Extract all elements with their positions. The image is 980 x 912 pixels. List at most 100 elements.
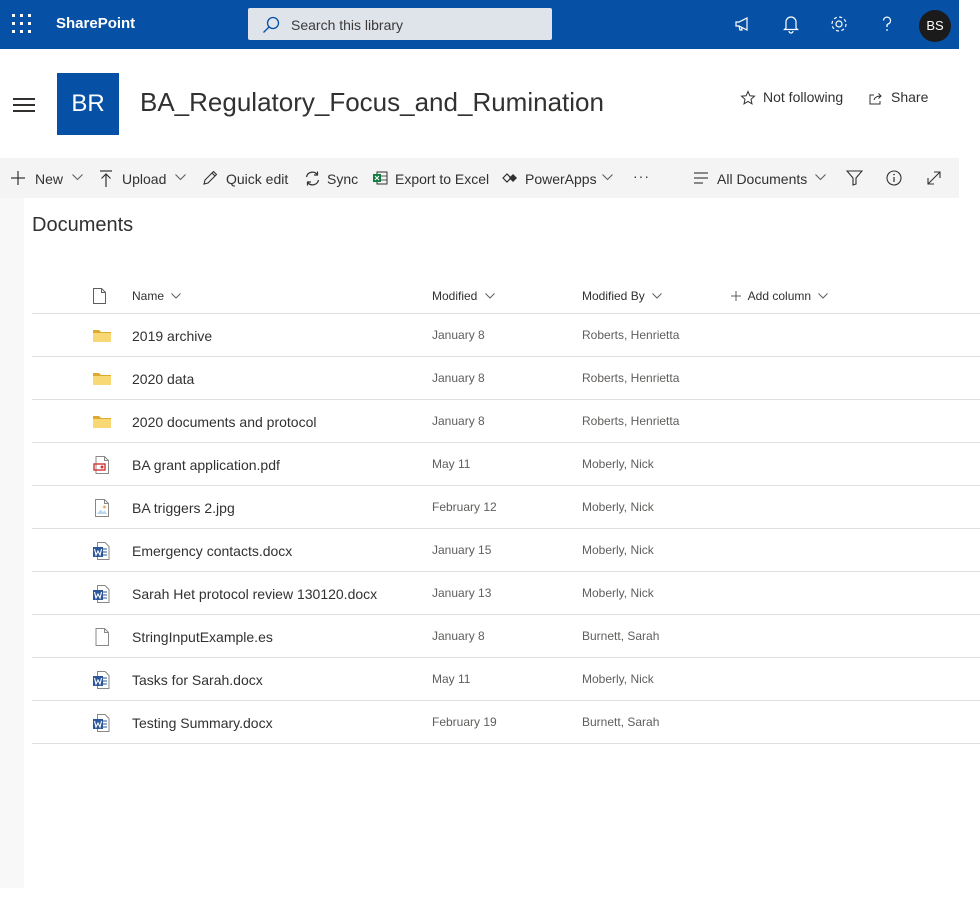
- table-row[interactable]: BA grant application.pdf May 11 Moberly, N…: [32, 443, 980, 486]
- file-modified: January 8: [432, 328, 485, 342]
- column-header-modified-label: Modified: [432, 289, 478, 303]
- chevron-down-icon: [602, 174, 613, 181]
- export-label: Export to Excel: [395, 171, 490, 187]
- site-title[interactable]: BA_Regulatory_Focus_and_Rumination: [140, 87, 604, 118]
- table-row[interactable]: Sarah Het protocol review 130120.docx Jan…: [32, 572, 980, 615]
- site-logo[interactable]: BR: [57, 73, 119, 135]
- view-label: All Documents: [717, 171, 808, 187]
- file-name[interactable]: Emergency contacts.docx: [132, 543, 292, 559]
- folder-icon: [92, 412, 112, 432]
- folder-icon: [92, 369, 112, 389]
- follow-label: Not following: [763, 89, 844, 105]
- file-name[interactable]: 2020 data: [132, 371, 194, 387]
- pdf-file-icon: [92, 455, 112, 475]
- left-rail: [0, 198, 24, 888]
- file-name[interactable]: BA triggers 2.jpg: [132, 500, 235, 516]
- info-button[interactable]: [886, 158, 904, 198]
- table-row[interactable]: StringInputExample.es January 8 Burnett, S…: [32, 615, 980, 658]
- gear-icon[interactable]: [828, 13, 850, 35]
- quick-edit-button[interactable]: Quick edit: [202, 158, 292, 198]
- expand-button[interactable]: [926, 158, 944, 198]
- file-modified: February 19: [432, 715, 497, 729]
- upload-label: Upload: [122, 171, 167, 187]
- word-file-icon: [92, 541, 112, 561]
- filter-button[interactable]: [846, 158, 864, 198]
- table-row[interactable]: Emergency contacts.docx January 15 Moberly…: [32, 529, 980, 572]
- file-modified-by: Moberly, Nick: [582, 457, 654, 471]
- file-name[interactable]: StringInputExample.es: [132, 629, 273, 645]
- file-modified-by: Moberly, Nick: [582, 586, 654, 600]
- file-name[interactable]: 2020 documents and protocol: [132, 414, 316, 430]
- search-icon: [263, 16, 280, 33]
- share-label: Share: [891, 89, 929, 105]
- table-row[interactable]: 2019 archive January 8 Roberts, Henrietta: [32, 314, 980, 357]
- file-modified-by: Moberly, Nick: [582, 672, 654, 686]
- chevron-down-icon: [484, 293, 495, 299]
- word-file-icon: [92, 713, 112, 733]
- column-header-modified-by-label: Modified By: [582, 289, 645, 303]
- file-name[interactable]: 2019 archive: [132, 328, 212, 344]
- filter-icon: [846, 170, 863, 186]
- quick-edit-label: Quick edit: [226, 171, 289, 187]
- image-file-icon: [92, 498, 112, 518]
- help-icon[interactable]: [876, 13, 898, 35]
- powerapps-button[interactable]: PowerApps: [502, 158, 616, 198]
- sync-icon: [305, 171, 320, 186]
- file-name[interactable]: Sarah Het protocol review 130120.docx: [132, 586, 377, 602]
- chevron-down-icon: [72, 174, 83, 181]
- powerapps-icon: [502, 173, 517, 183]
- table-row[interactable]: Tasks for Sarah.docx May 11 Moberly, Nick: [32, 658, 980, 701]
- table-row[interactable]: BA triggers 2.jpg February 12 Moberly, Nic…: [32, 486, 980, 529]
- view-list-icon: [694, 172, 708, 184]
- share-icon: [869, 93, 882, 105]
- brand-name[interactable]: SharePoint: [56, 15, 135, 32]
- avatar[interactable]: BS: [919, 10, 951, 42]
- column-header-modified[interactable]: Modified: [432, 289, 495, 303]
- file-modified-by: Moberly, Nick: [582, 500, 654, 514]
- view-switcher[interactable]: All Documents: [693, 158, 829, 198]
- column-header-name-label: Name: [132, 289, 165, 303]
- pencil-icon: [203, 170, 218, 185]
- library-title: Documents: [32, 214, 134, 236]
- expand-icon: [927, 171, 941, 185]
- suite-bar: SharePoint Search this library BS: [0, 0, 959, 49]
- table-row[interactable]: 2020 data January 8 Roberts, Henrietta: [32, 357, 980, 400]
- upload-button[interactable]: Upload: [99, 158, 189, 198]
- file-modified: January 15: [432, 543, 492, 557]
- file-modified-by: Burnett, Sarah: [582, 629, 660, 643]
- sync-label: Sync: [327, 171, 359, 187]
- file-name[interactable]: Tasks for Sarah.docx: [132, 672, 263, 688]
- file-type-header-icon[interactable]: [93, 288, 106, 304]
- file-modified-by: Roberts, Henrietta: [582, 328, 680, 342]
- chevron-down-icon: [171, 293, 182, 299]
- new-button[interactable]: New: [10, 158, 86, 198]
- more-commands-button[interactable]: ···: [630, 158, 654, 198]
- info-icon: [886, 170, 902, 186]
- plus-icon: [11, 171, 25, 185]
- generic-file-icon: [92, 627, 112, 647]
- file-name[interactable]: BA grant application.pdf: [132, 457, 280, 473]
- column-header-modified-by[interactable]: Modified By: [582, 289, 662, 303]
- file-modified: January 13: [432, 586, 492, 600]
- file-modified: January 8: [432, 629, 485, 643]
- file-name[interactable]: Testing Summary.docx: [132, 715, 273, 731]
- hamburger-menu-icon[interactable]: [13, 98, 35, 112]
- chevron-down-icon: [815, 174, 826, 181]
- command-bar: New Upload Quick edit Sync Export to Exc…: [0, 158, 959, 198]
- excel-icon: [373, 171, 388, 185]
- new-label: New: [35, 171, 64, 187]
- megaphone-icon[interactable]: [733, 13, 755, 35]
- export-to-excel-button[interactable]: Export to Excel: [372, 158, 490, 198]
- table-row[interactable]: 2020 documents and protocol January 8 Robe…: [32, 400, 980, 443]
- bell-icon[interactable]: [780, 13, 802, 35]
- sync-button[interactable]: Sync: [304, 158, 359, 198]
- add-column-button[interactable]: Add column: [731, 289, 829, 303]
- table-row[interactable]: Testing Summary.docx February 19 Burnett, …: [32, 701, 980, 744]
- file-modified-by: Roberts, Henrietta: [582, 414, 680, 428]
- column-header-name[interactable]: Name: [132, 289, 182, 303]
- file-modified: May 11: [432, 457, 471, 471]
- file-modified: January 8: [432, 371, 485, 385]
- search-input[interactable]: Search this library: [248, 8, 552, 40]
- app-launcher-icon[interactable]: [11, 13, 33, 35]
- word-file-icon: [92, 584, 112, 604]
